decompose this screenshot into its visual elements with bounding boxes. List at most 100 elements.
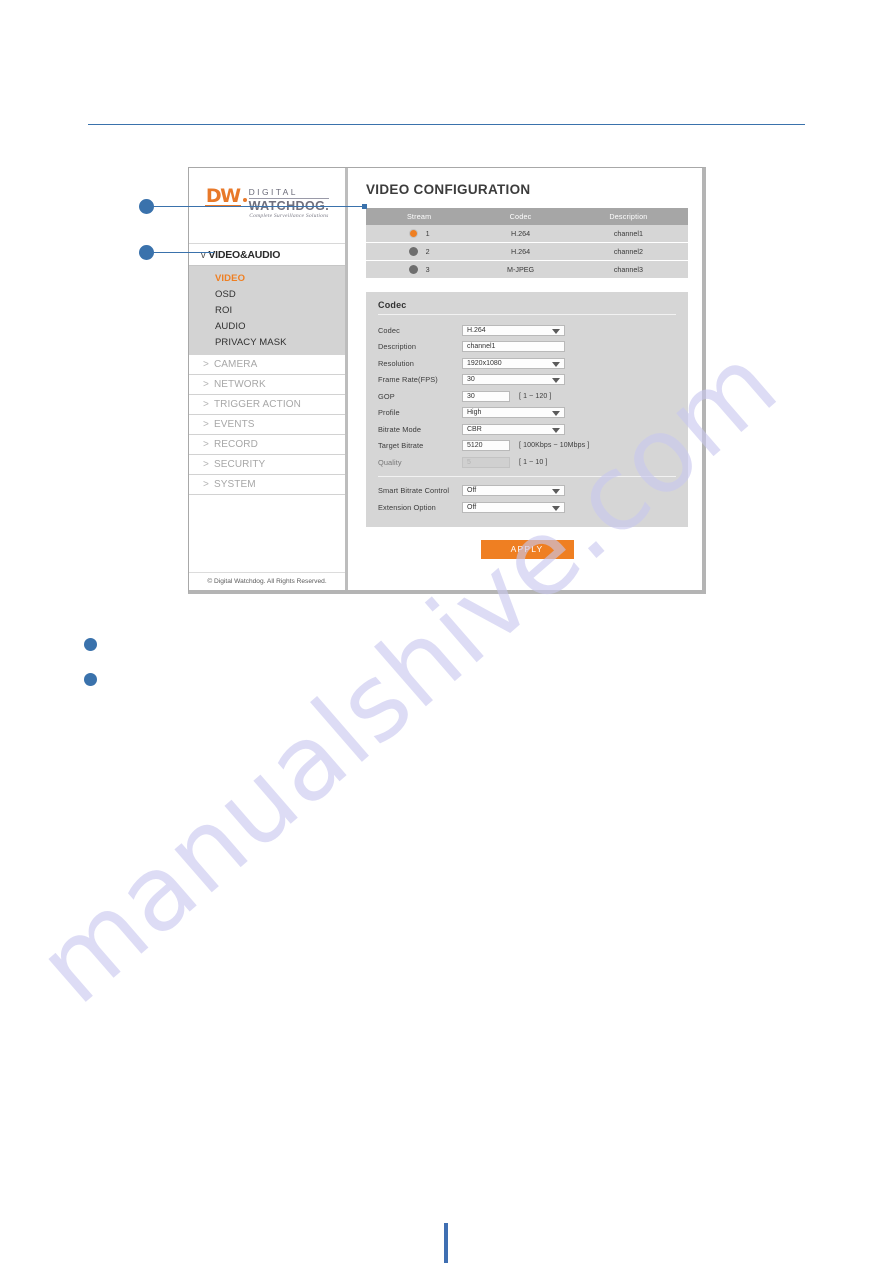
header-rule [88,124,805,125]
table-row[interactable]: 1 H.264 channel1 [366,225,688,243]
camera-web-ui-screenshot: DW DIGITAL WATCHDOG. Complete Surveillan… [188,167,706,594]
sidebar-item-events[interactable]: > EVENTS [189,415,345,435]
chevron-right-icon: > [203,439,209,450]
field-row-target-bitrate: Target Bitrate 5120 [ 100Kbps ~ 10Mbps ] [378,438,676,455]
sidebar-item-label: NETWORK [213,379,266,390]
logo-dot-icon [242,198,247,203]
callout-marker-2 [139,245,154,260]
extension-option-select[interactable]: Off [462,501,565,513]
bitrate-mode-select-value: CBR [467,425,482,433]
sidebar-item-label: OSD [215,288,236,300]
codec-select[interactable]: H.264 [462,324,565,336]
quality-input: 5 [462,456,510,468]
description-input-value: channel1 [467,343,496,351]
callout-leader-line-1 [152,206,365,207]
logo-tagline: Complete Surveillance Solutions [249,213,329,220]
bitrate-mode-select[interactable]: CBR [462,423,565,435]
profile-select-value: High [467,409,482,417]
frame-rate-select-value: 30 [467,376,475,384]
sidebar-item-label: SYSTEM [213,479,256,490]
field-label-codec: Codec [378,325,400,335]
sidebar-item-trigger-action[interactable]: > TRIGGER ACTION [189,395,345,415]
description-cell: channel3 [568,260,688,279]
content-area: VIDEO CONFIGURATION Stream Codec Descrip… [348,168,702,590]
chevron-right-icon: > [203,359,209,370]
resolution-select-value: 1920x1080 [467,359,502,367]
sidebar-item-camera[interactable]: > CAMERA [189,355,345,375]
stream-cell[interactable]: 1 [366,225,473,243]
codec-select-value: H.264 [467,326,486,334]
chevron-right-icon: > [203,419,209,430]
chevron-down-icon [552,328,560,334]
stream-cell[interactable]: 2 [366,242,473,261]
chevron-right-icon: > [203,459,209,470]
frame-rate-select[interactable]: 30 [462,374,565,386]
field-row-quality: Quality 5 [ 1 ~ 10 ] [378,454,676,471]
codec-settings-panel: Codec Codec H.264 Description channel1 R… [366,292,688,527]
field-label-profile: Profile [378,408,400,418]
description-cell: channel2 [568,242,688,261]
gop-input[interactable]: 30 [462,390,510,402]
sidebar-item-label: RECORD [213,439,258,450]
page-title: VIDEO CONFIGURATION [366,182,531,197]
field-row-resolution: Resolution 1920x1080 [378,355,676,372]
stream-radio-icon[interactable] [408,265,418,274]
chevron-down-icon [552,378,560,384]
smart-bitrate-control-select[interactable]: Off [462,485,565,497]
sidebar-item-security[interactable]: > SECURITY [189,455,345,475]
description-input[interactable]: channel1 [462,341,565,353]
sidebar-item-record[interactable]: > RECORD [189,435,345,455]
sidebar-item-osd[interactable]: OSD [189,286,345,302]
smart-bitrate-control-value: Off [467,487,477,495]
stream-radio-icon[interactable] [408,247,418,256]
sidebar-section-label: VIDEO&AUDIO [208,248,281,261]
apply-button[interactable]: APPLY [480,539,574,559]
section-divider [378,475,676,477]
table-row[interactable]: 2 H.264 channel2 [366,242,688,261]
field-label-quality: Quality [378,457,402,467]
target-bitrate-input[interactable]: 5120 [462,440,510,452]
resolution-select[interactable]: 1920x1080 [462,357,565,369]
table-row[interactable]: 3 M-JPEG channel3 [366,260,688,279]
callout-arrow-1 [362,204,367,209]
logo-wordmark: DIGITAL WATCHDOG. Complete Surveillance … [248,187,330,220]
gop-range-hint: [ 1 ~ 120 ] [519,392,552,400]
quality-range-hint: [ 1 ~ 10 ] [519,458,548,466]
stream-cell[interactable]: 3 [366,260,473,279]
field-row-extension-option: Extension Option Off [378,499,676,516]
sidebar-item-label: SECURITY [213,459,266,470]
profile-select[interactable]: High [462,407,565,419]
callout-leader-line-2 [152,252,214,253]
sidebar-section-video-audio[interactable]: v VIDEO&AUDIO [189,244,345,266]
field-row-frame-rate: Frame Rate(FPS) 30 [378,372,676,389]
manual-page: DW DIGITAL WATCHDOG. Complete Surveillan… [0,0,893,1263]
stream-number: 1 [425,229,430,238]
table-header-row: Stream Codec Description [366,208,688,225]
field-row-codec: Codec H.264 [378,322,676,339]
column-header-description: Description [568,208,688,225]
sidebar-item-system[interactable]: > SYSTEM [189,475,345,495]
sidebar-submenu: VIDEO OSD ROI AUDIO PRIVACY MASK [189,266,345,355]
chevron-down-icon [552,505,560,511]
sidebar: DW DIGITAL WATCHDOG. Complete Surveillan… [189,168,348,590]
sidebar-item-roi[interactable]: ROI [189,302,345,318]
note-bullet-1 [84,638,97,651]
apply-button-row: APPLY [366,527,688,559]
sidebar-item-video[interactable]: VIDEO [189,270,345,286]
field-row-bitrate-mode: Bitrate Mode CBR [378,421,676,438]
chevron-right-icon: > [203,379,209,390]
target-bitrate-range-hint: [ 100Kbps ~ 10Mbps ] [519,442,590,450]
sidebar-item-label: AUDIO [215,320,246,332]
chevron-down-icon: v [201,249,206,260]
stream-number: 3 [425,265,430,274]
sidebar-item-audio[interactable]: AUDIO [189,318,345,334]
stream-radio-selected-icon[interactable] [408,229,418,238]
field-row-gop: GOP 30 [ 1 ~ 120 ] [378,388,676,405]
field-label-description: Description [378,342,417,352]
stream-number: 2 [425,247,430,256]
sidebar-item-privacy-mask[interactable]: PRIVACY MASK [189,334,345,350]
sidebar-item-network[interactable]: > NETWORK [189,375,345,395]
logo-dw-mark: DW [204,185,241,208]
target-bitrate-input-value: 5120 [467,442,483,450]
codec-cell: H.264 [472,242,569,261]
